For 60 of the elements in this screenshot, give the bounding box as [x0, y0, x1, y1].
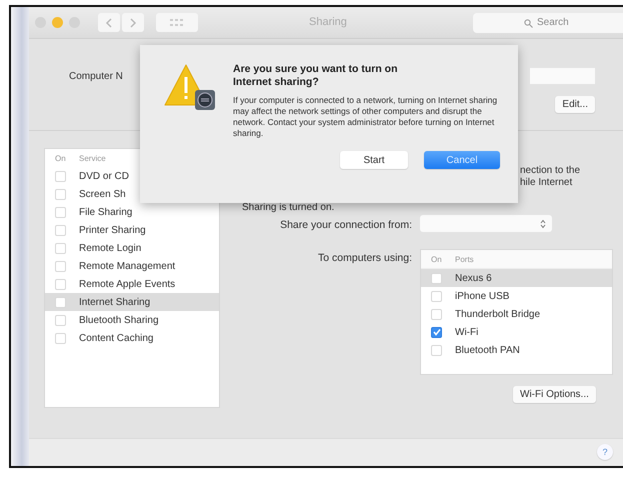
service-name: Remote Apple Events: [79, 278, 176, 290]
service-row[interactable]: Screen Sh: [45, 185, 219, 203]
service-row[interactable]: Remote Management: [45, 257, 219, 275]
dialog-title: Are you sure you want to turn on Internet sharing?: [233, 63, 399, 89]
service-row[interactable]: Content Caching: [45, 329, 219, 347]
service-row[interactable]: Bluetooth Sharing: [45, 311, 219, 329]
port-row[interactable]: Thunderbolt Bridge: [421, 305, 612, 323]
stepper-icon: [540, 218, 546, 228]
start-button[interactable]: Start: [340, 151, 408, 169]
wifi-options-button[interactable]: Wi-Fi Options...: [513, 386, 596, 403]
description-text: hile Internet: [520, 177, 574, 189]
service-row[interactable]: File Sharing: [45, 203, 219, 221]
dialog-message: If your computer is connected to a network, turning on Internet sharing may affect the network settings of other computers and disrupt the network. Contact your system administrator before turning on Internet sharing.: [233, 95, 498, 139]
show-all-button[interactable]: [156, 13, 198, 32]
computer-name-field[interactable]: [530, 68, 595, 84]
service-row[interactable]: Printer Sharing: [45, 221, 219, 239]
service-name: Remote Management: [79, 260, 176, 272]
service-row[interactable]: DVD or CD: [45, 167, 219, 185]
search-icon: [524, 18, 533, 28]
service-name: Internet Sharing: [79, 296, 150, 308]
column-header: On: [55, 154, 67, 162]
service-name: Content Caching: [79, 332, 154, 344]
port-name: Nexus 6: [455, 272, 492, 284]
back-button[interactable]: [98, 13, 120, 32]
column-header: Service: [79, 154, 106, 162]
port-row[interactable]: Bluetooth PAN: [421, 341, 612, 359]
computer-name-label: Computer N: [69, 70, 123, 82]
chevron-right-icon: [129, 18, 137, 28]
service-name: Remote Login: [79, 242, 142, 254]
grid-icon: [170, 18, 184, 26]
to-computers-label: To computers using:: [317, 251, 412, 266]
warning-icon: [164, 63, 216, 111]
service-name: File Sharing: [79, 206, 132, 218]
window-title: Sharing: [309, 16, 347, 28]
column-header: Ports: [455, 254, 474, 264]
service-name: Screen Sh: [79, 188, 126, 200]
port-row[interactable]: iPhone USB: [421, 287, 612, 305]
minimize-button[interactable]: [52, 17, 63, 28]
share-from-label: Share your connection from:: [279, 218, 412, 232]
description-text: nection to the: [520, 165, 582, 177]
service-row[interactable]: Internet Sharing: [45, 293, 219, 311]
chevron-left-icon: [105, 18, 113, 28]
port-name: Thunderbolt Bridge: [455, 308, 540, 320]
column-header: On: [431, 254, 443, 264]
forward-button[interactable]: [122, 13, 144, 32]
edit-button[interactable]: Edit...: [555, 96, 595, 113]
port-name: Wi-Fi: [455, 326, 478, 338]
service-name: DVD or CD: [79, 170, 130, 182]
port-name: Bluetooth PAN: [455, 344, 520, 356]
service-row[interactable]: Remote Apple Events: [45, 275, 219, 293]
service-name: Bluetooth Sharing: [79, 314, 159, 326]
port-name: iPhone USB: [455, 290, 510, 302]
search-field[interactable]: Search: [473, 12, 623, 32]
service-name: Printer Sharing: [79, 224, 146, 236]
checkbox[interactable]: [431, 326, 442, 338]
description-text: Sharing is turned on.: [242, 201, 336, 214]
connection-popup[interactable]: [420, 215, 552, 232]
service-row[interactable]: Remote Login: [45, 239, 219, 257]
port-row[interactable]: Nexus 6: [421, 269, 612, 287]
port-row[interactable]: Wi-Fi: [421, 323, 612, 341]
